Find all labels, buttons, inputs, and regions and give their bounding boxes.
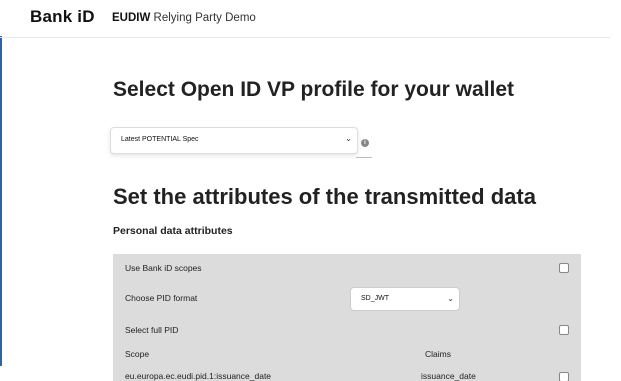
personal-data-subheading: Personal data attributes	[113, 225, 233, 237]
select-full-pid-label: Select full PID	[125, 325, 179, 335]
profile-heading: Select Open ID VP profile for your walle…	[113, 78, 515, 101]
scope-column-header: Scope	[125, 349, 150, 359]
bankid-logo[interactable]: Bank iD	[30, 7, 95, 27]
chevron-down-icon: ⌄	[345, 134, 352, 143]
pid-format-select[interactable]: SD_JWT ⌄	[350, 287, 460, 311]
attributes-panel: Use Bank iD scopes Choose PID format Sel…	[113, 254, 581, 381]
vp-profile-selected-value: Latest POTENTIAL Spec	[121, 136, 199, 143]
use-scopes-row: Use Bank iD scopes	[113, 254, 581, 280]
app-title: EUDIW Relying Party Demo	[112, 12, 256, 24]
table-header-row: Scope Claims	[113, 342, 581, 364]
select-full-pid-checkbox[interactable]	[559, 325, 569, 335]
pid-format-row: Choose PID format	[113, 280, 581, 316]
claims-column-header: Claims	[425, 349, 451, 359]
scope-cell: eu.europa.ec.eudi.pid.1:issuance_date	[125, 371, 272, 381]
app-title-strong: EUDIW	[112, 12, 151, 24]
select-full-pid-row: Select full PID	[113, 316, 581, 342]
info-icon[interactable]: i	[361, 139, 369, 147]
app-title-rest: Relying Party Demo	[150, 12, 256, 24]
claim-checkbox[interactable]	[559, 372, 569, 381]
left-edge-accent	[0, 36, 2, 366]
vp-profile-select[interactable]: Latest POTENTIAL Spec ⌄	[110, 127, 358, 154]
top-header: Bank iD EUDIW Relying Party Demo	[0, 0, 610, 38]
claim-cell: issuance_date	[421, 371, 476, 381]
chevron-down-icon: ⌄	[447, 294, 454, 303]
use-scopes-label: Use Bank iD scopes	[125, 263, 202, 273]
pid-format-label: Choose PID format	[125, 293, 198, 303]
table-row: eu.europa.ec.eudi.pid.1:issuance_date is…	[113, 364, 581, 381]
attributes-heading: Set the attributes of the transmitted da…	[113, 184, 536, 209]
pid-format-selected-value: SD_JWT	[361, 295, 389, 302]
select-underline	[356, 157, 372, 158]
use-scopes-checkbox[interactable]	[559, 263, 569, 273]
